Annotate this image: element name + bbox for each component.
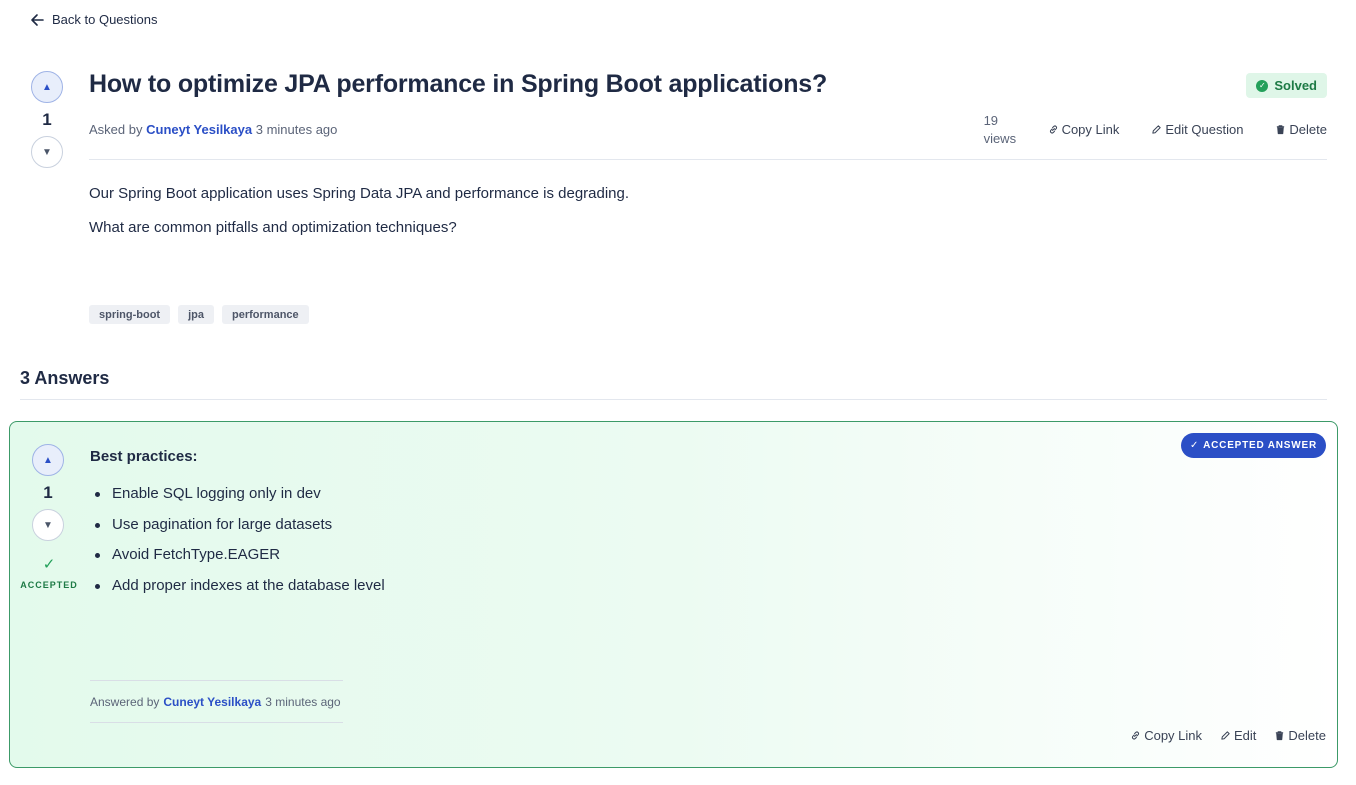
answer-copy-link-button[interactable]: Copy Link <box>1130 728 1202 743</box>
answer-upvote-button[interactable]: ▲ <box>32 444 64 476</box>
question-vote-column: ▲ 1 ▼ <box>31 71 63 168</box>
accepted-indicator: ✓ ACCEPTED <box>20 556 78 590</box>
accepted-answer-badge: ✓ ACCEPTED ANSWER <box>1180 433 1326 458</box>
question-divider <box>89 159 1327 160</box>
question-title: How to optimize JPA performance in Sprin… <box>89 70 828 98</box>
trash-icon <box>1277 125 1285 135</box>
answer-vote-count: 1 <box>43 483 53 502</box>
answers-heading: 3 Answers <box>20 368 110 388</box>
link-icon <box>1132 731 1140 740</box>
accepted-answer-card: ▲ 1 ▼ ✓ ACCEPTED ✓ ACCEPTED ANSWER Best … <box>9 421 1338 768</box>
pencil-icon <box>1152 125 1162 134</box>
answered-by-label: Answered by <box>90 694 160 709</box>
answer-downvote-button[interactable]: ▼ <box>32 509 64 541</box>
solved-label: Solved <box>1274 78 1317 93</box>
list-item: Use pagination for large datasets <box>90 516 385 547</box>
answer-body: Best practices: Enable SQL logging only … <box>90 448 385 607</box>
answer-edit-button[interactable]: Edit <box>1220 728 1256 743</box>
tag-list: spring-boot jpa performance <box>89 305 309 324</box>
list-item: Avoid FetchType.EAGER <box>90 546 385 577</box>
question-time: 3 minutes ago <box>255 122 338 137</box>
views-number: 19 <box>983 113 999 128</box>
question-paragraph: Our Spring Boot application uses Spring … <box>89 185 630 202</box>
accepted-label: ACCEPTED <box>20 580 78 590</box>
delete-question-button[interactable]: Delete <box>1275 122 1327 137</box>
edit-question-label: Edit Question <box>1165 122 1244 137</box>
edit-question-button[interactable]: Edit Question <box>1151 122 1243 137</box>
question-paragraph: What are common pitfalls and optimizatio… <box>89 219 457 236</box>
tag[interactable]: jpa <box>178 305 215 324</box>
answers-divider <box>20 399 1327 400</box>
downvote-icon: ▼ <box>43 519 53 531</box>
back-link-label: Back to Questions <box>52 12 158 27</box>
check-circle-icon: ✓ <box>1256 79 1269 92</box>
answer-heading: Best practices: <box>90 448 198 465</box>
answer-author-link[interactable]: Cuneyt Yesilkaya <box>163 695 261 709</box>
upvote-icon: ▲ <box>43 454 53 466</box>
question-author-link[interactable]: Cuneyt Yesilkaya <box>146 122 252 137</box>
copy-link-label: Copy Link <box>1061 122 1120 137</box>
copy-link-label: Copy Link <box>1144 728 1203 743</box>
back-to-questions-link[interactable]: Back to Questions <box>30 12 158 27</box>
solved-badge: ✓ Solved <box>1246 73 1327 98</box>
list-item: Enable SQL logging only in dev <box>90 485 385 516</box>
asked-by-label: Asked by <box>89 122 143 137</box>
downvote-button[interactable]: ▼ <box>31 136 63 168</box>
trash-icon <box>1276 731 1284 741</box>
copy-link-button[interactable]: Copy Link <box>1048 122 1120 137</box>
views-label: views <box>983 131 1017 146</box>
answer-actions: Copy Link Edit Delete <box>1130 728 1326 743</box>
view-count: 19 views <box>984 112 1024 148</box>
list-item: Add proper indexes at the database level <box>90 577 385 608</box>
answer-meta: Answered by Cuneyt Yesilkaya 3 minutes a… <box>90 680 343 723</box>
pencil-icon <box>1221 731 1230 740</box>
delete-question-label: Delete <box>1289 122 1327 137</box>
question-vote-count: 1 <box>42 110 52 129</box>
upvote-button[interactable]: ▲ <box>31 71 63 103</box>
question-meta: Asked by Cuneyt Yesilkaya 3 minutes ago <box>89 122 337 137</box>
check-icon: ✓ <box>1189 440 1200 451</box>
downvote-icon: ▼ <box>42 146 52 158</box>
tag[interactable]: spring-boot <box>89 305 171 324</box>
edit-label: Edit <box>1234 728 1257 743</box>
arrow-left-icon <box>31 13 44 26</box>
upvote-icon: ▲ <box>42 81 52 93</box>
answer-vote-column: ▲ 1 ▼ <box>32 444 64 541</box>
check-icon: ✓ <box>42 556 56 573</box>
question-actions: 19 views Copy Link Edit Question Delete <box>984 112 1327 148</box>
question-body: Our Spring Boot application uses Spring … <box>89 185 629 253</box>
answer-time: 3 minutes ago <box>265 694 341 709</box>
answer-delete-button[interactable]: Delete <box>1274 728 1326 743</box>
delete-label: Delete <box>1288 728 1326 743</box>
tag[interactable]: performance <box>222 305 309 324</box>
accepted-answer-label: ACCEPTED ANSWER <box>1203 440 1317 451</box>
answer-list: Enable SQL logging only in dev Use pagin… <box>90 485 385 607</box>
link-icon <box>1049 125 1057 134</box>
